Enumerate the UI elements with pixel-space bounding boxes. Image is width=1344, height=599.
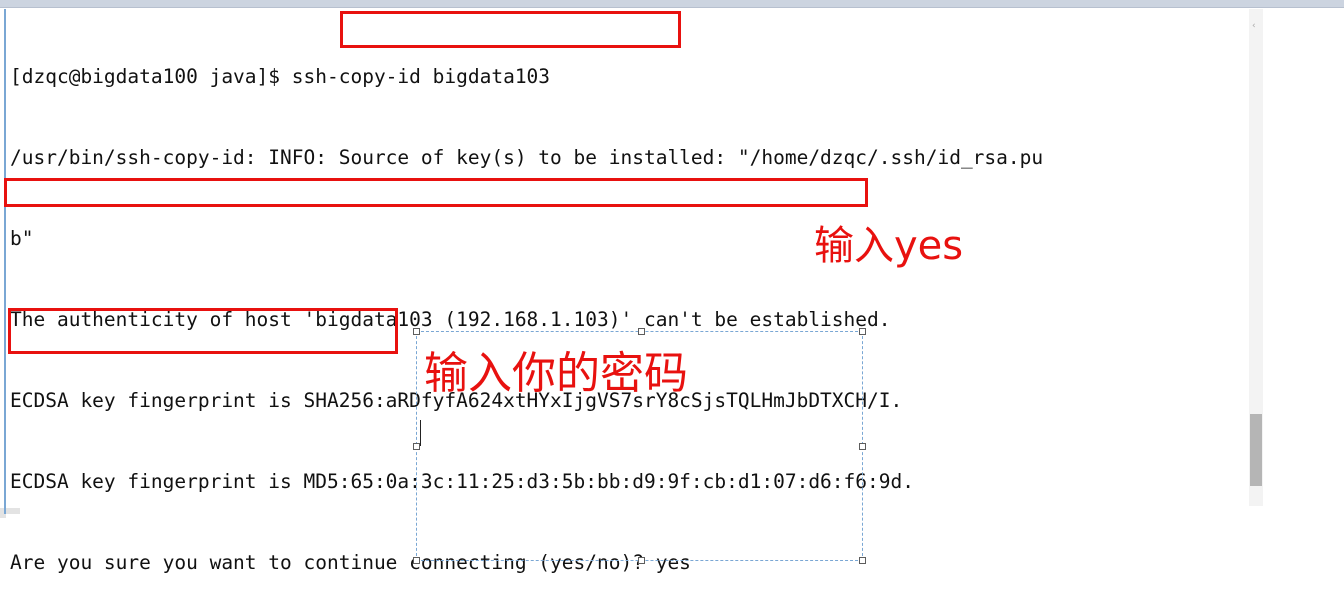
terminal-line: /usr/bin/ssh-copy-id: INFO: Source of ke…	[10, 146, 1044, 169]
terminal-line: b"	[10, 227, 34, 250]
resize-handle-bottom-center[interactable]	[638, 557, 645, 564]
resize-handle-bottom-left[interactable]	[413, 557, 420, 564]
resize-handle-top-center[interactable]	[638, 328, 645, 335]
vertical-scrollbar-thumb[interactable]	[1250, 414, 1262, 486]
resize-handle-top-left[interactable]	[413, 328, 420, 335]
resize-handle-middle-left[interactable]	[413, 443, 420, 450]
resize-handle-top-right[interactable]	[859, 328, 866, 335]
text-cursor-caret	[420, 420, 421, 446]
resize-handle-bottom-right[interactable]	[859, 557, 866, 564]
terminal-line: [dzqc@bigdata100 java]$ ssh-copy-id bigd…	[10, 65, 551, 88]
text-box-selection[interactable]	[413, 328, 866, 564]
left-margin-rule	[4, 9, 6, 514]
window-top-bar	[0, 0, 1344, 8]
terminal-line: The authenticity of host 'bigdata103 (19…	[10, 308, 891, 331]
resize-handle-middle-right[interactable]	[859, 443, 866, 450]
screenshot-root: [dzqc@bigdata100 java]$ ssh-copy-id bigd…	[0, 0, 1344, 599]
scroll-caret-icon: ‹	[1252, 21, 1256, 31]
note-type-yes: 输入yes	[814, 223, 964, 269]
